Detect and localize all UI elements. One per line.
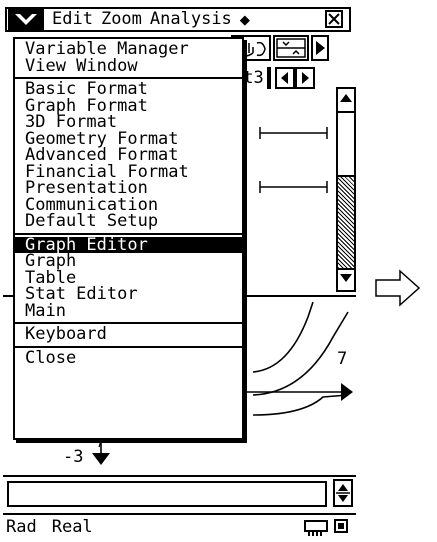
tab-prev-button[interactable] — [275, 67, 295, 89]
tab-next-button[interactable] — [295, 67, 315, 89]
angle-mode[interactable]: Rad — [6, 517, 37, 537]
menu-group-apps: Graph Editor Graph Table Stat Editor Mai… — [15, 235, 242, 324]
entry-scroll-button[interactable] — [333, 479, 353, 507]
menu-diamond[interactable]: ◆ — [240, 10, 250, 30]
app-dropdown-menu: Variable Manager View Window Basic Forma… — [13, 37, 244, 440]
tab-divider — [267, 67, 271, 89]
triangle-down-icon — [340, 274, 352, 282]
graph-curve-3 — [252, 394, 349, 416]
up-down-arrows-icon — [336, 484, 350, 502]
scroll-down-button[interactable] — [338, 268, 354, 290]
vertical-scrollbar[interactable] — [336, 87, 356, 292]
chevron-down-icon — [15, 13, 37, 25]
menu-group-formats: Basic Format Graph Format 3D Format Geom… — [15, 79, 242, 235]
y-tick-label: -3 — [63, 447, 84, 467]
app-menu-button[interactable] — [8, 9, 44, 30]
close-icon — [328, 13, 340, 25]
x-axis-arrow — [341, 383, 353, 401]
right-arrow-outline-icon — [374, 268, 422, 312]
x-tick-label: 7 — [337, 349, 348, 369]
graph-curve-1 — [252, 301, 314, 373]
scroll-thumb[interactable] — [338, 111, 354, 177]
menu-analysis[interactable]: Analysis — [150, 9, 232, 30]
keyboard-toggle-icon[interactable] — [334, 519, 348, 533]
triangle-right-icon — [316, 41, 325, 55]
menu-zoom[interactable]: Zoom — [101, 9, 142, 30]
resize-window-button[interactable] — [273, 35, 309, 61]
menu-item-keyboard[interactable]: Keyboard — [15, 326, 242, 343]
window-split-icon — [276, 38, 306, 58]
menu-item-default-setup[interactable]: Default Setup — [15, 213, 242, 230]
triangle-up-icon — [340, 94, 352, 102]
number-mode[interactable]: Real — [52, 517, 93, 537]
menu-group-variables: Variable Manager View Window — [15, 39, 242, 79]
menu-item-close[interactable]: Close — [15, 349, 242, 367]
triangle-left-icon — [281, 72, 288, 84]
menu-item-view-window[interactable]: View Window — [15, 57, 242, 75]
stat-window — [243, 89, 350, 289]
menu-item-main[interactable]: Main — [15, 302, 242, 320]
calculator-screen: Edit Zoom Analysis ◆ et3 7 -3 Rad Real V… — [3, 5, 356, 538]
menu-group-keyboard: Keyboard — [15, 324, 242, 348]
bracket-marks — [259, 127, 328, 193]
menu-edit[interactable]: Edit — [52, 9, 93, 30]
triangle-right-icon — [302, 72, 309, 84]
scroll-up-button[interactable] — [338, 89, 354, 109]
toolbar-next-button[interactable] — [311, 35, 329, 61]
graph-curve-2 — [252, 311, 349, 396]
menu-bar: Edit Zoom Analysis ◆ — [5, 7, 351, 32]
menu-group-close: Close — [15, 348, 242, 370]
status-bar: Rad Real — [3, 513, 356, 538]
entry-line[interactable] — [7, 481, 327, 507]
close-button[interactable] — [325, 10, 343, 28]
y-axis-arrow — [92, 453, 110, 465]
battery-icon — [304, 520, 328, 536]
